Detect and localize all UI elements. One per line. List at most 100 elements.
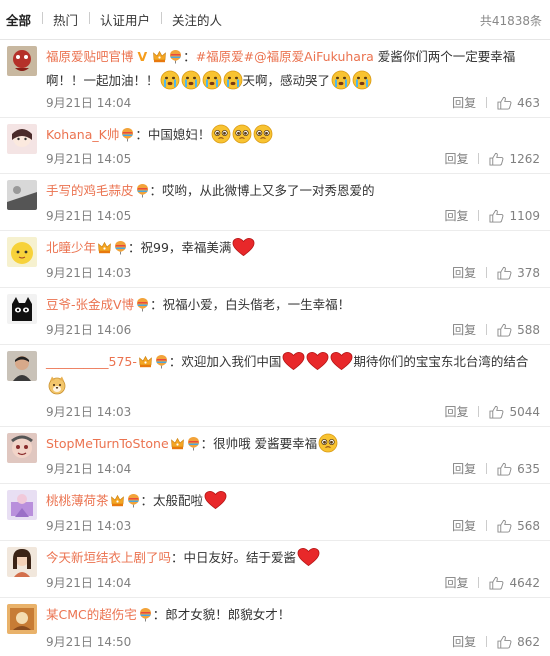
- crying-face-icon: [331, 70, 351, 90]
- divider: [486, 636, 488, 647]
- comment-item: 北瞳少年 ：祝99，幸福美满 9月21日 14:03 回复 378: [0, 231, 550, 288]
- reply-button[interactable]: 回复: [444, 574, 468, 591]
- comment-content: 某CMC的超伤宅 ：郎才女貌！郎貌女才！: [46, 603, 536, 627]
- avatar[interactable]: [7, 180, 37, 210]
- like-button[interactable]: 635: [497, 462, 540, 476]
- avatar[interactable]: [7, 547, 37, 577]
- thumbs-up-icon: [497, 266, 512, 280]
- reply-button[interactable]: 回复: [444, 403, 468, 420]
- balloon-badge-icon: [135, 297, 150, 312]
- avatar[interactable]: [7, 237, 37, 267]
- comment-content: StopMeTurnToStone ：很帅哦 爱酱要幸福: [46, 432, 536, 456]
- tab-hot[interactable]: 热门: [42, 10, 89, 29]
- mention-link[interactable]: @福原爱AiFukuhara: [254, 49, 374, 64]
- like-count: 568: [517, 518, 540, 533]
- tab-all[interactable]: 全部: [4, 10, 42, 29]
- balloon-badge-icon: [138, 607, 153, 622]
- reply-button[interactable]: 回复: [444, 150, 468, 167]
- comment-actions: 回复 463: [452, 94, 540, 111]
- avatar[interactable]: [7, 604, 37, 634]
- teary-face-icon: [232, 124, 252, 144]
- like-count: 1109: [509, 208, 540, 223]
- balloon-badge-icon: [126, 493, 141, 508]
- avatar[interactable]: [7, 124, 37, 154]
- comment-item: 手写的鸡毛蒜皮 ：哎哟，从此微博上又多了一对秀恩爱的 9月21日 14:05 回复…: [0, 174, 550, 231]
- comment-time: 9月21日 14:05: [46, 152, 132, 166]
- heart-icon: [204, 490, 227, 510]
- divider: [478, 406, 480, 417]
- like-button[interactable]: 463: [497, 96, 540, 110]
- avatar[interactable]: [7, 294, 37, 324]
- comment-text: ：祝福小爱，白头偕老，一生幸福！: [150, 297, 351, 312]
- like-button[interactable]: 588: [497, 323, 540, 337]
- reply-button[interactable]: 回复: [452, 94, 476, 111]
- comment-item: Kohana_K帅 ：中国媳妇！ 9月21日 14:05 回复 1262: [0, 118, 550, 174]
- comment-actions: 回复 1109: [444, 207, 540, 224]
- comment-content: 豆爷-张金成V博 ：祝福小爱，白头偕老，一生幸福！: [46, 293, 536, 317]
- crown-badge-icon: [97, 240, 112, 255]
- crown-badge-icon: [110, 493, 125, 508]
- crown-badge-icon: [138, 354, 153, 369]
- thumbs-up-icon: [489, 576, 504, 590]
- comment-time: 9月21日 14:04: [46, 96, 132, 110]
- comment-item: __________575- ：欢迎加入我们中国 期待你们的宝宝东北台湾的结合 9月…: [0, 345, 550, 427]
- reply-button[interactable]: 回复: [452, 633, 476, 650]
- username[interactable]: 手写的鸡毛蒜皮: [46, 183, 134, 198]
- username[interactable]: Kohana_K帅: [46, 127, 119, 142]
- username[interactable]: StopMeTurnToStone: [46, 436, 169, 451]
- username[interactable]: 豆爷-张金成V博: [46, 297, 134, 312]
- comment-time: 9月21日 14:06: [46, 323, 132, 337]
- username[interactable]: 今天新垣结衣上剧了吗: [46, 550, 171, 565]
- avatar[interactable]: [7, 433, 37, 463]
- thumbs-up-icon: [497, 519, 512, 533]
- thumbs-up-icon: [497, 635, 512, 649]
- comment-item: StopMeTurnToStone ：很帅哦 爱酱要幸福 9月21日 14:04 …: [0, 427, 550, 484]
- comment-item: 豆爷-张金成V博 ：祝福小爱，白头偕老，一生幸福！ 9月21日 14:06 回复 …: [0, 288, 550, 345]
- crying-face-icon: [160, 70, 180, 90]
- teary-face-icon: [211, 124, 231, 144]
- comment-content: 福原爱贴吧官博 V ：#福原爱#@福原爱AiFukuhara 爱酱你们两个一定要…: [46, 45, 536, 93]
- tab-verified-users[interactable]: 认证用户: [89, 10, 161, 29]
- like-count: 635: [517, 461, 540, 476]
- username[interactable]: 桃桃薄荷茶: [46, 493, 109, 508]
- reply-button[interactable]: 回复: [452, 321, 476, 338]
- like-count: 1262: [509, 151, 540, 166]
- like-button[interactable]: 1109: [489, 209, 540, 223]
- crying-face-icon: [223, 70, 243, 90]
- reply-button[interactable]: 回复: [452, 517, 476, 534]
- avatar[interactable]: [7, 490, 37, 520]
- comment-content: 桃桃薄荷茶 ：太般配啦: [46, 489, 536, 513]
- comment-time: 9月21日 14:03: [46, 266, 132, 280]
- balloon-badge-icon: [168, 49, 183, 64]
- like-button[interactable]: 378: [497, 266, 540, 280]
- comment-item: 某CMC的超伤宅 ：郎才女貌！郎貌女才！ 9月21日 14:50 回复 862: [0, 598, 550, 656]
- balloon-badge-icon: [154, 354, 169, 369]
- crown-badge-icon: [170, 436, 185, 451]
- divider: [478, 577, 480, 588]
- username[interactable]: __________575-: [46, 354, 137, 369]
- like-button[interactable]: 5044: [489, 405, 540, 419]
- comment-actions: 回复 862: [452, 633, 540, 650]
- username[interactable]: 北瞳少年: [46, 240, 96, 255]
- avatar[interactable]: [7, 351, 37, 381]
- reply-button[interactable]: 回复: [452, 460, 476, 477]
- comment-content: __________575- ：欢迎加入我们中国 期待你们的宝宝东北台湾的结合: [46, 350, 536, 398]
- like-button[interactable]: 1262: [489, 152, 540, 166]
- comment-content: 手写的鸡毛蒜皮 ：哎哟，从此微博上又多了一对秀恩爱的: [46, 179, 536, 203]
- like-button[interactable]: 4642: [489, 576, 540, 590]
- username[interactable]: 某CMC的超伤宅: [46, 607, 137, 622]
- comment-time: 9月21日 14:03: [46, 519, 132, 533]
- avatar[interactable]: [7, 46, 37, 76]
- like-button[interactable]: 862: [497, 635, 540, 649]
- topic-link[interactable]: #福原爱#: [196, 49, 254, 64]
- username[interactable]: 福原爱贴吧官博: [46, 49, 134, 64]
- tab-following[interactable]: 关注的人: [161, 10, 233, 29]
- like-button[interactable]: 568: [497, 519, 540, 533]
- balloon-badge-icon: [120, 127, 135, 142]
- reply-button[interactable]: 回复: [444, 207, 468, 224]
- crown-badge-icon: [152, 49, 167, 64]
- heart-icon: [306, 351, 329, 371]
- comment-filter-tabs: 全部 热门 认证用户 关注的人: [0, 0, 550, 40]
- reply-button[interactable]: 回复: [452, 264, 476, 281]
- comment-content: 北瞳少年 ：祝99，幸福美满: [46, 236, 536, 260]
